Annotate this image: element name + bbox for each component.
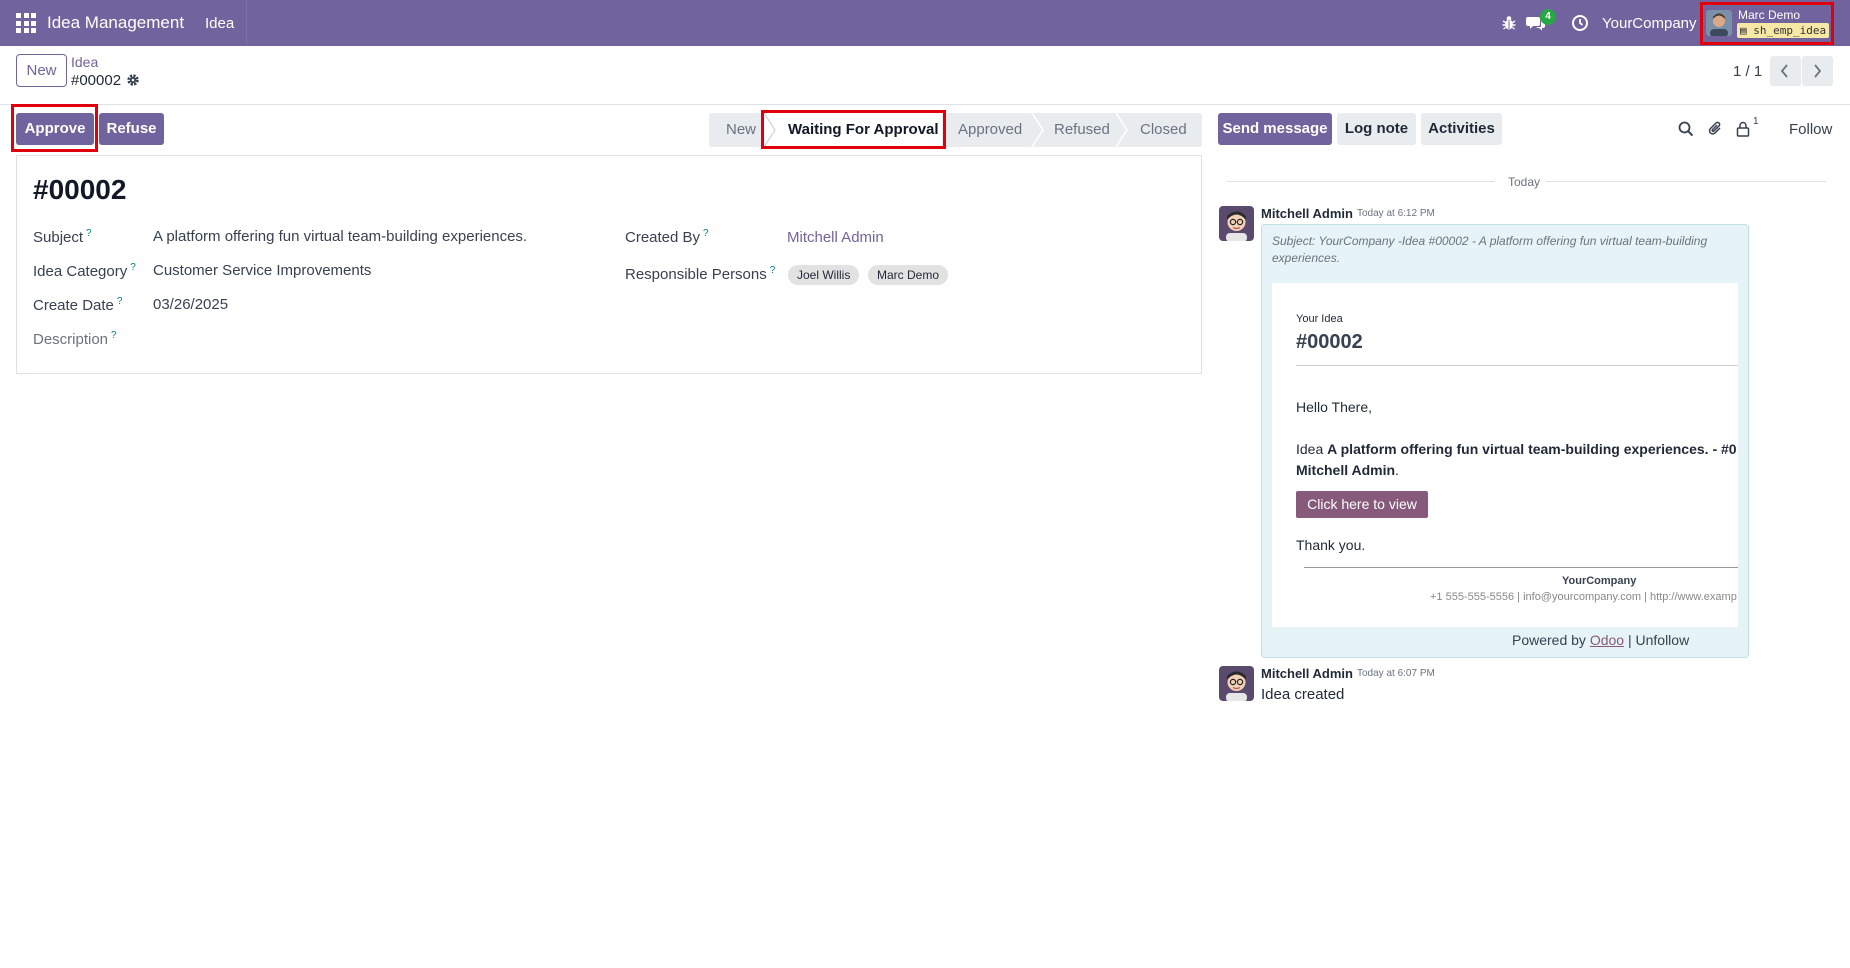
activity-clock-icon[interactable]	[1571, 14, 1589, 32]
idea-category-value[interactable]: Customer Service Improvements	[153, 262, 371, 279]
user-avatar	[1706, 10, 1732, 36]
description-label: Description?	[33, 330, 117, 348]
email-author-line: Mitchell Admin.	[1296, 462, 1399, 478]
stage-approved[interactable]: Approved	[942, 113, 1034, 147]
email-body: Your Idea #00002 Hello There, Idea A pla…	[1272, 283, 1738, 627]
date-divider-line	[1227, 181, 1495, 182]
company-switcher[interactable]: YourCompany	[1602, 15, 1697, 32]
date-divider-line	[1546, 181, 1826, 182]
stage-separator-icon	[1031, 113, 1044, 147]
created-by-value[interactable]: Mitchell Admin	[787, 229, 884, 246]
create-date-label: Create Date?	[33, 296, 123, 314]
log-note-button[interactable]: Log note	[1337, 113, 1416, 145]
email-title: #00002	[1296, 331, 1363, 353]
help-icon[interactable]: ?	[86, 228, 92, 239]
new-button[interactable]: New	[16, 54, 67, 87]
email-footer-contact: +1 555-555-5556 | info@yourcompany.com |…	[1430, 591, 1737, 603]
author-avatar[interactable]	[1219, 666, 1254, 701]
message-author[interactable]: Mitchell Admin	[1261, 206, 1353, 221]
chevron-right-icon	[1814, 64, 1822, 78]
powered-by: Powered by Odoo | Unfollow	[1512, 632, 1690, 648]
help-icon[interactable]: ?	[130, 262, 136, 273]
author-avatar[interactable]	[1219, 206, 1254, 241]
pager-next-button[interactable]	[1802, 56, 1833, 86]
stage-separator-icon	[1115, 113, 1128, 147]
email-view-button[interactable]: Click here to view	[1296, 491, 1428, 518]
chat-count-badge: 4	[1540, 9, 1556, 25]
email-idea-line: Idea A platform offering fun virtual tea…	[1296, 441, 1737, 457]
date-divider-label: Today	[1508, 175, 1541, 189]
stage-refused[interactable]: Refused	[1034, 113, 1118, 147]
message-date: Today at 6:12 PM	[1357, 208, 1435, 219]
email-kicker: Your Idea	[1296, 313, 1343, 325]
control-panel: New Idea #00002 1 / 1	[0, 46, 1850, 105]
responsible-persons-label: Responsible Persons?	[625, 265, 776, 283]
pager-value[interactable]: 1 / 1	[1733, 63, 1762, 80]
user-name: Marc Demo	[1738, 8, 1801, 22]
message-author[interactable]: Mitchell Admin	[1261, 666, 1353, 681]
follower-count: 1	[1753, 116, 1759, 127]
activities-button[interactable]: Activities	[1421, 113, 1502, 145]
user-database-badge: ▤ sh_emp_idea	[1737, 23, 1830, 38]
paperclip-icon[interactable]	[1708, 121, 1724, 137]
database-name: sh_emp_idea	[1753, 24, 1827, 37]
pager-previous-button[interactable]	[1770, 56, 1801, 86]
email-thanks: Thank you.	[1296, 537, 1366, 553]
bug-icon[interactable]	[1500, 14, 1518, 32]
help-icon[interactable]: ?	[770, 265, 776, 276]
odoo-link[interactable]: Odoo	[1590, 632, 1624, 648]
help-icon[interactable]: ?	[703, 228, 709, 239]
subject-label: Subject?	[33, 228, 92, 246]
idea-category-label: Idea Category?	[33, 262, 136, 280]
active-stage-highlight-box	[761, 110, 946, 149]
email-footer-divider	[1304, 567, 1738, 568]
stage-closed[interactable]: Closed	[1118, 113, 1202, 147]
email-greeting: Hello There,	[1296, 399, 1373, 415]
message-body: Idea created	[1261, 686, 1345, 703]
breadcrumb-current: #00002	[71, 72, 122, 89]
create-date-value[interactable]: 03/26/2025	[153, 296, 228, 313]
message-bubble: Subject: YourCompany -Idea #00002 - A pl…	[1261, 224, 1749, 658]
refuse-button[interactable]: Refuse	[99, 113, 164, 145]
app-menu-icon[interactable]	[16, 13, 36, 33]
form-sheet: #00002 Subject? A platform offering fun …	[16, 155, 1202, 374]
database-icon: ▤	[1740, 24, 1747, 37]
gear-icon[interactable]	[126, 73, 140, 87]
email-divider	[1296, 365, 1738, 366]
send-message-button[interactable]: Send message	[1218, 113, 1332, 145]
approve-highlight-box	[11, 104, 98, 152]
help-icon[interactable]: ?	[117, 296, 123, 307]
subject-value[interactable]: A platform offering fun virtual team-bui…	[153, 228, 527, 245]
responsible-tag[interactable]: Joel Willis	[788, 265, 860, 285]
stage-new[interactable]: New	[709, 113, 767, 147]
user-menu[interactable]: Marc Demo ▤ sh_emp_idea	[1700, 2, 1834, 45]
created-by-label: Created By?	[625, 228, 709, 246]
email-footer-company: YourCompany	[1562, 575, 1637, 587]
top-navbar: Idea Management Idea 4 YourCompany Marc …	[0, 0, 1850, 46]
message-subject: Subject: YourCompany -Idea #00002 - A pl…	[1272, 234, 1708, 265]
follow-button[interactable]: Follow	[1789, 121, 1832, 138]
help-icon[interactable]: ?	[111, 330, 117, 341]
app-name[interactable]: Idea Management	[47, 13, 184, 33]
message-date: Today at 6:07 PM	[1357, 668, 1435, 679]
record-title: #00002	[33, 174, 127, 205]
responsible-tag[interactable]: Marc Demo	[868, 265, 949, 285]
search-icon[interactable]	[1678, 121, 1694, 137]
followers-lock-icon[interactable]	[1736, 121, 1750, 137]
menu-idea[interactable]: Idea	[193, 0, 248, 46]
chevron-left-icon	[1780, 64, 1788, 78]
breadcrumb-parent[interactable]: Idea	[71, 54, 98, 70]
